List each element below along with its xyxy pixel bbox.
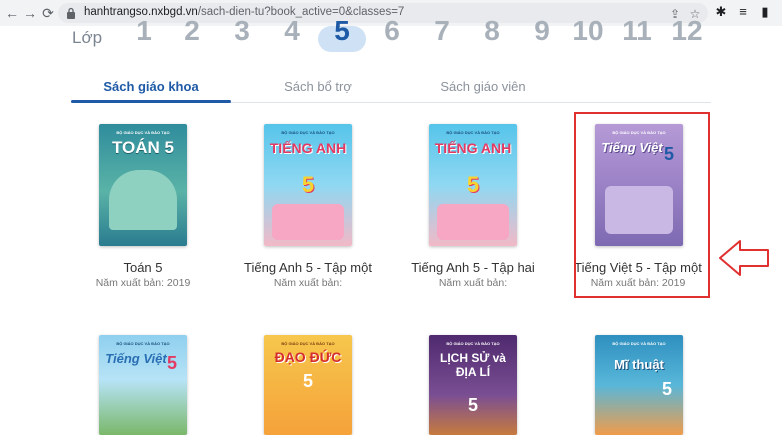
- cover-title: Mĩ thuật: [614, 357, 664, 372]
- back-icon[interactable]: ←: [2, 3, 22, 23]
- grade-11[interactable]: 11: [614, 15, 660, 47]
- grade-10[interactable]: 10: [565, 15, 611, 47]
- book-cover-dao-duc[interactable]: BỘ GIÁO DỤC VÀ ĐÀO TẠO ĐẠO ĐỨC 5: [264, 335, 352, 435]
- publisher-text: BỘ GIÁO DỤC VÀ ĐÀO TẠO: [612, 341, 666, 346]
- book-cover-mi-thuat[interactable]: BỘ GIÁO DỤC VÀ ĐÀO TẠO Mĩ thuật 5: [595, 335, 683, 435]
- book-title[interactable]: Tiếng Anh 5 - Tập một: [218, 260, 398, 275]
- cover-number: 5: [301, 172, 315, 197]
- grade-2[interactable]: 2: [169, 15, 215, 47]
- book-cover-tieng-anh-1[interactable]: BỘ GIÁO DỤC VÀ ĐÀO TẠO TIẾNG ANH 5: [264, 124, 352, 246]
- grade-5[interactable]: 5: [319, 15, 365, 47]
- cover-illustration: [272, 204, 344, 240]
- grade-6[interactable]: 6: [369, 15, 415, 47]
- forward-icon[interactable]: →: [20, 3, 40, 23]
- publisher-text: BỘ GIÁO DỤC VÀ ĐÀO TẠO: [116, 130, 170, 135]
- cover-illustration: [437, 204, 509, 240]
- highlight-box: [574, 112, 710, 298]
- tab-textbooks[interactable]: Sách giáo khoa: [71, 79, 231, 94]
- book-year: Năm xuất bản:: [438, 277, 508, 289]
- cover-illustration: [109, 170, 177, 230]
- grade-8[interactable]: 8: [469, 15, 515, 47]
- book-cover-toan-5[interactable]: BỘ GIÁO DỤC VÀ ĐÀO TẠO TOÁN 5: [99, 124, 187, 246]
- publisher-text: BỘ GIÁO DỤC VÀ ĐÀO TẠO: [116, 341, 170, 346]
- tab-teacher-books[interactable]: Sách giáo viên: [403, 79, 563, 94]
- book-year: Năm xuất bản: 2019: [95, 277, 191, 289]
- book-cover-tieng-anh-2[interactable]: BỘ GIÁO DỤC VÀ ĐÀO TẠO TIẾNG ANH 5: [429, 124, 517, 246]
- grade-9[interactable]: 9: [519, 15, 565, 47]
- cover-number: 5: [661, 379, 672, 399]
- reload-icon[interactable]: ⟳: [38, 3, 58, 23]
- grade-7[interactable]: 7: [419, 15, 465, 47]
- arrow-left-icon: [719, 240, 769, 276]
- active-tab-indicator: [71, 100, 231, 103]
- reading-list-icon[interactable]: ≡: [735, 4, 751, 20]
- book-year: Năm xuất bản:: [273, 277, 343, 289]
- book-title[interactable]: Tiếng Anh 5 - Tập hai: [383, 260, 563, 275]
- extensions-icon[interactable]: ✱: [713, 4, 729, 20]
- side-panel-icon[interactable]: ▮: [757, 4, 773, 20]
- grade-label: Lớp: [72, 28, 103, 47]
- book-cover-lich-su-dia-li[interactable]: BỘ GIÁO DỤC VÀ ĐÀO TẠO LỊCH SỬ và ĐỊA LÍ…: [429, 335, 517, 435]
- cover-title: TIẾNG ANH: [269, 140, 347, 156]
- publisher-text: BỘ GIÁO DỤC VÀ ĐÀO TẠO: [281, 130, 335, 135]
- grade-12[interactable]: 12: [664, 15, 710, 47]
- publisher-text: BỘ GIÁO DỤC VÀ ĐÀO TẠO: [446, 341, 500, 346]
- cover-title: TOÁN 5: [111, 138, 175, 157]
- cover-number: 5: [467, 395, 478, 415]
- book-title[interactable]: Toán 5: [53, 260, 233, 275]
- grade-1[interactable]: 1: [121, 15, 167, 47]
- publisher-text: BỘ GIÁO DỤC VÀ ĐÀO TẠO: [446, 130, 500, 135]
- cover-number: 5: [166, 353, 177, 373]
- publisher-text: BỘ GIÁO DỤC VÀ ĐÀO TẠO: [281, 341, 335, 346]
- book-cover-tieng-viet-2[interactable]: BỘ GIÁO DỤC VÀ ĐÀO TẠO Tiếng Việt 5: [99, 335, 187, 435]
- grade-3[interactable]: 3: [219, 15, 265, 47]
- cover-title: LỊCH SỬ và ĐỊA LÍ: [440, 351, 506, 379]
- cover-number: 5: [466, 172, 480, 197]
- tab-supplementary[interactable]: Sách bổ trợ: [238, 79, 398, 94]
- cover-number: 5: [302, 371, 313, 391]
- lock-icon: [67, 7, 75, 19]
- cover-title: ĐẠO ĐỨC: [274, 349, 342, 365]
- grade-4[interactable]: 4: [269, 15, 315, 47]
- cover-title: TIẾNG ANH: [434, 140, 512, 156]
